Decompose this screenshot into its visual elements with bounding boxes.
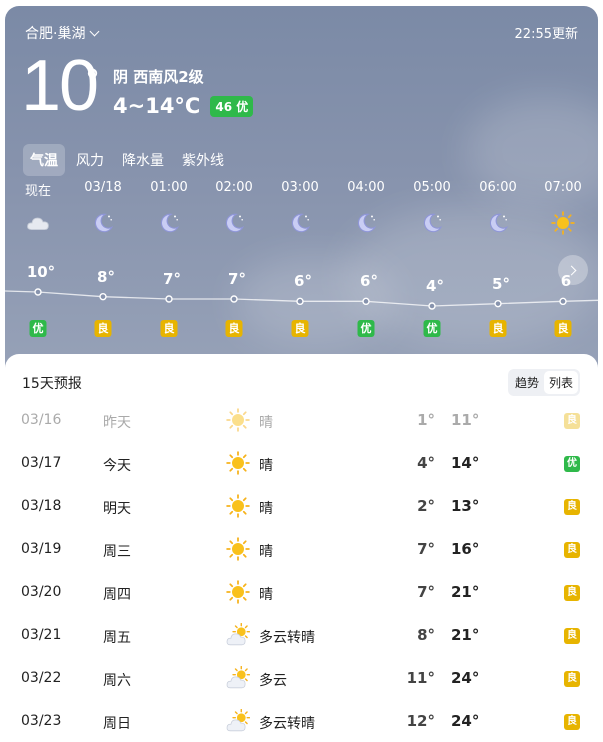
forecast-condition: 多云 [259,673,287,689]
forecast-high: 21° [451,583,480,601]
forecast-low: 12° [406,712,435,730]
forecast-low: 2° [417,497,435,515]
hourly-temperature-label: 8° [97,267,115,286]
current-weather-card: 合肥·巢湖 22:55更新 10 ° 阴 西南风2级 4~14°C 46 优 气… [5,6,598,378]
hourly-temperature-label: 7° [228,270,246,288]
partly-cloudy-icon [226,622,251,651]
forecast-date: 03/16 [21,412,62,428]
aqi-badge: 良 [564,542,580,558]
forecast-condition: 晴 [259,415,273,431]
forecast-date: 03/20 [21,584,62,600]
chevron-right-icon [566,265,577,275]
scroll-right-button[interactable] [558,255,588,285]
forecast-date: 03/21 [21,627,62,643]
forecast-condition: 多云转晴 [259,630,315,646]
forecast-date: 03/18 [21,498,62,514]
forecast-row[interactable]: 03/22 周六 多云 11° 24° 良 [5,664,598,694]
aqi-badge: 良 [564,585,580,601]
forecast-high: 14° [451,454,480,472]
aqi-badge: 优 [357,320,375,337]
forecast-condition: 晴 [259,458,273,474]
hourly-temperature-label: 10° [26,263,56,281]
sun-icon [226,580,250,608]
forecast-high: 13° [451,497,480,515]
list-view-button[interactable]: 列表 [543,371,578,394]
forecast-high: 21° [451,626,480,644]
forecast-low: 4° [417,454,435,472]
forecast-day: 周五 [103,630,131,646]
aqi-badge: 良 [564,671,580,687]
forecast-day: 昨天 [103,415,131,431]
forecast-high: 11° [451,411,480,429]
aqi-badge: 良 [489,320,507,337]
forecast-condition: 晴 [259,544,273,560]
forecast-row[interactable]: 03/18 明天 晴 2° 13° 良 [5,492,598,522]
forecast-high: 16° [451,540,480,558]
forecast-row[interactable]: 03/20 周四 晴 7° 21° 良 [5,578,598,608]
forecast-condition: 晴 [259,501,273,517]
forecast-low: 11° [406,669,435,687]
forecast-row[interactable]: 03/21 周五 多云转晴 8° 21° 良 [5,621,598,651]
aqi-badge: 良 [160,320,178,337]
forecast-day: 今天 [103,458,131,474]
forecast-date: 03/22 [21,670,62,686]
view-toggle: 趋势 列表 [507,369,580,396]
sun-icon [226,408,250,436]
hourly-temperature-label: 6° [360,272,378,291]
forecast-day: 周六 [103,673,131,689]
forecast-date: 03/17 [21,455,62,471]
hourly-temperature-label: 7° [163,270,181,288]
forecast-day: 明天 [103,501,131,517]
forecast-high: 24° [451,712,480,730]
sun-icon [226,451,250,479]
forecast-low: 7° [417,540,435,558]
forecast-row[interactable]: 03/16 昨天 晴 1° 11° 良 [5,406,598,436]
aqi-badge: 良 [564,714,580,730]
forecast-title: 15天预报 [22,376,82,392]
hourly-temperature-label: 5° [492,274,510,293]
aqi-badge: 优 [29,320,47,337]
partly-cloudy-icon [226,665,251,694]
aqi-badge: 良 [291,320,309,337]
sun-icon [226,494,250,522]
forecast-day: 周日 [103,716,131,732]
forecast-row[interactable]: 03/23 周日 多云转晴 12° 24° 良 [5,707,598,737]
trend-view-button[interactable]: 趋势 [510,371,544,394]
aqi-badge: 良 [94,320,112,337]
forecast-low: 8° [417,626,435,644]
forecast-date: 03/19 [21,541,62,557]
forecast-row[interactable]: 03/17 今天 晴 4° 14° 优 [5,449,598,479]
aqi-badge: 良 [564,499,580,515]
partly-cloudy-icon [226,708,251,737]
forecast-row[interactable]: 03/19 周三 晴 7° 16° 良 [5,535,598,565]
forecast-high: 24° [451,669,480,687]
forecast-condition: 多云转晴 [259,716,315,732]
forecast-day: 周四 [103,587,131,603]
forecast-condition: 晴 [259,587,273,603]
aqi-badge: 良 [564,628,580,644]
hourly-temperature-label: 6° [294,272,312,291]
forecast-low: 7° [417,583,435,601]
forecast-date: 03/23 [21,713,62,729]
forecast-low: 1° [417,411,435,429]
aqi-badge: 良 [564,413,580,429]
aqi-badge: 良 [225,320,243,337]
aqi-badge: 良 [554,320,572,337]
aqi-badge: 优 [564,456,580,472]
hourly-temperature-label: 4° [426,277,444,295]
aqi-badge: 优 [423,320,441,337]
hourly-aqi-row: 优良良良良优优良良 [5,320,598,340]
forecast-panel: 15天预报 趋势 列表 03/16 昨天晴 1° 11° 良 03/17 今天晴 4° 14° 优… [5,354,598,742]
forecast-day: 周三 [103,544,131,560]
sun-icon [226,537,250,565]
